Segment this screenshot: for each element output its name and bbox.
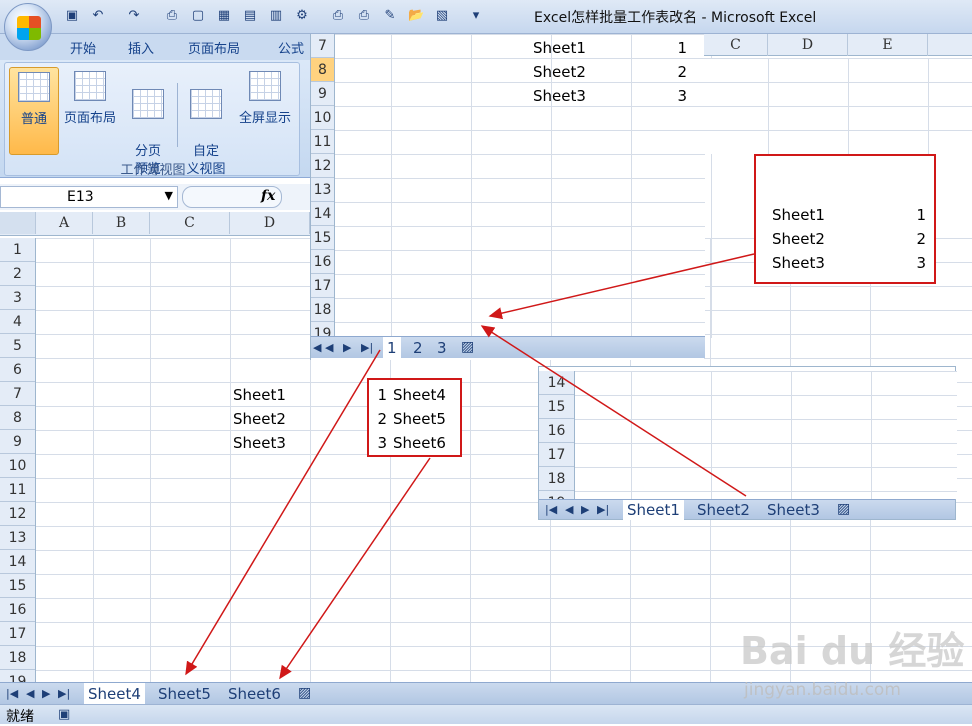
office-logo-icon — [17, 16, 41, 40]
watermark-logo: Bai du 经验 — [740, 629, 965, 673]
arrow-callout-to-tabs — [488, 253, 755, 320]
arrow-tab-to-sheet4 — [185, 349, 381, 676]
annotation-arrows — [185, 253, 755, 680]
macro-record-icon[interactable]: ▣ — [58, 707, 70, 722]
office-button[interactable] — [4, 3, 52, 51]
status-bar: 就绪 ▣ — [0, 704, 972, 725]
watermark-url: jingyan.baidu.com — [744, 680, 901, 700]
arrow-inset-to-tabs — [480, 325, 747, 497]
status-text: 就绪 — [6, 709, 34, 725]
arrow-box-to-sheet6 — [279, 457, 431, 680]
